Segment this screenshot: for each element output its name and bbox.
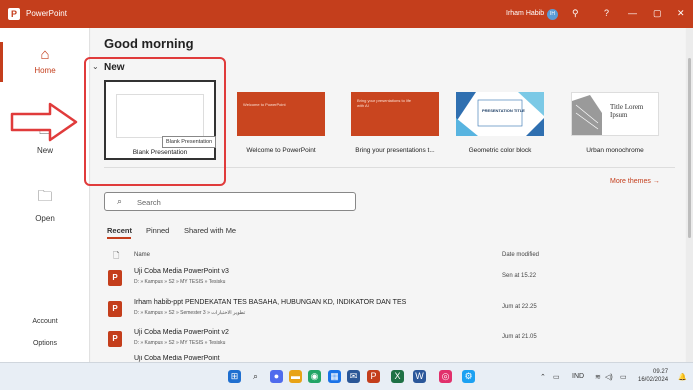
template-welcome[interactable]: Welcome to PowerPoint Welcome to PowerPo…: [225, 80, 337, 160]
calendar-icon[interactable]: ▦: [328, 370, 341, 383]
template-thumbnail: Title Lorem Ipsum: [571, 92, 659, 136]
notification-bell-icon[interactable]: 🔔: [678, 373, 687, 381]
close-icon[interactable]: ✕: [677, 8, 685, 19]
template-label: Geometric color block: [468, 147, 532, 154]
pptx-file-icon: P: [108, 270, 122, 286]
table-row[interactable]: P Uji Coba Media PowerPoint v2 D: » Kamp…: [104, 327, 675, 353]
more-themes-link[interactable]: More themes →: [610, 178, 660, 185]
file-type-icon: 🗋: [113, 251, 120, 260]
clock-time: 09.27: [653, 369, 669, 375]
instagram-icon[interactable]: ◎: [439, 370, 452, 383]
search-placeholder: Search: [137, 198, 161, 207]
pptx-file-icon: P: [108, 301, 122, 317]
arrow-right-icon: →: [652, 178, 660, 185]
battery-icon[interactable]: ▭: [620, 373, 627, 381]
table-row[interactable]: P Uji Coba Media PowerPoint v3 D: » Kamp…: [104, 266, 675, 292]
template-label: Welcome to PowerPoint: [246, 147, 316, 154]
template-urban-monochrome[interactable]: Title Lorem Ipsum Urban monochrome: [559, 80, 671, 160]
search-icon[interactable]: ⌕: [249, 370, 262, 383]
template-thumbnail: Bring your presentations to life with AI: [351, 92, 439, 136]
sidebar-item-label: Account: [32, 318, 58, 325]
template-label: Urban monochrome: [586, 147, 644, 154]
sidebar-item-home[interactable]: ⌂ Home: [0, 46, 90, 75]
tab-selected-underline: [107, 237, 131, 239]
greeting: Good morning: [104, 36, 194, 51]
thumbnail-text: Welcome to PowerPoint: [243, 102, 286, 107]
file-name: Uji Coba Media PowerPoint: [134, 355, 220, 362]
clock[interactable]: 09.27 16/02/2024: [638, 368, 668, 384]
chevron-up-icon[interactable]: ⌃: [540, 373, 546, 381]
title-bar: P PowerPoint Irham Habib IH ⚲ ? — ▢ ✕: [0, 0, 693, 28]
search-input[interactable]: ⌕ Search: [104, 192, 356, 211]
taskbar: ⊞ ⌕ ● ▬ ◉ ▦ ✉ P X W ◎ ⚙ ⌃ ▭ IND ≋ ◁) ▭ 0…: [0, 362, 693, 390]
sidebar-item-label: Options: [32, 340, 58, 347]
column-header-date[interactable]: Date modified: [502, 252, 539, 258]
file-name: Uji Coba Media PowerPoint v3: [134, 268, 229, 275]
file-date: Jum at 21.05: [502, 334, 537, 340]
annotation-highlight-box: [84, 57, 226, 186]
search-icon: ⌕: [117, 196, 123, 206]
table-row[interactable]: Uji Coba Media PowerPoint: [104, 355, 675, 362]
thumbnail-text: PRESENTATION TITLE: [482, 108, 525, 113]
template-bring-presentations[interactable]: Bring your presentations to life with AI…: [339, 80, 451, 160]
file-date: Jum at 22.25: [502, 304, 537, 310]
thumbnail-text: Bring your presentations to life with AI: [357, 98, 412, 108]
template-label: Bring your presentations t...: [355, 147, 435, 154]
more-themes-label: More themes: [610, 178, 651, 185]
home-icon: ⌂: [40, 46, 50, 63]
sidebar-item-label: New: [36, 146, 53, 155]
language-indicator[interactable]: IND: [572, 373, 584, 380]
sidebar-item-label: Open: [35, 214, 55, 223]
chrome-icon[interactable]: ◉: [308, 370, 321, 383]
avatar[interactable]: IH: [547, 9, 558, 20]
wifi-icon[interactable]: ≋: [595, 373, 601, 381]
file-path: D: » Kampus » S2 » MY TESIS » Tesisku: [134, 279, 226, 285]
thumbnail-text: Title Lorem Ipsum: [610, 103, 644, 119]
sidebar-item-open[interactable]: 🗀 Open: [0, 186, 90, 223]
sidebar-item-label: Home: [34, 66, 56, 75]
minimize-icon[interactable]: —: [628, 8, 637, 18]
template-thumbnail: PRESENTATION TITLE: [456, 92, 544, 136]
pptx-file-icon: P: [108, 331, 122, 347]
powerpoint-taskbar-icon[interactable]: P: [367, 370, 380, 383]
settings-icon[interactable]: ⚙: [462, 370, 475, 383]
powerpoint-logo-icon: P: [8, 8, 20, 20]
file-name: Uji Coba Media PowerPoint v2: [134, 329, 229, 336]
network-icon[interactable]: ▭: [553, 373, 560, 381]
column-header-name[interactable]: Name: [134, 252, 150, 258]
building-icon: [572, 95, 602, 135]
scrollbar[interactable]: [686, 28, 693, 362]
clock-date: 16/02/2024: [638, 377, 669, 383]
file-date: Sen at 15.22: [502, 273, 537, 279]
tab-recent[interactable]: Recent: [107, 226, 132, 235]
sidebar-item-account[interactable]: Account: [0, 318, 90, 325]
windows-start-icon[interactable]: ⊞: [228, 370, 241, 383]
tab-pinned[interactable]: Pinned: [146, 226, 169, 235]
sidebar-item-options[interactable]: Options: [0, 340, 90, 347]
file-explorer-icon[interactable]: ▬: [289, 370, 302, 383]
rocket-icon[interactable]: ⚲: [572, 8, 579, 19]
file-path: D: » Kampus » S2 » Semester 3 » تطوير ال…: [134, 310, 246, 316]
file-path: D: » Kampus » S2 » MY TESIS » Tesisku: [134, 340, 226, 346]
mail-icon[interactable]: ✉: [347, 370, 360, 383]
annotation-arrow-icon: [10, 102, 78, 142]
file-name: Irham habib-ppt PENDEKATAN TES BASAHA, H…: [134, 299, 407, 306]
excel-icon[interactable]: X: [391, 370, 404, 383]
app-name: PowerPoint: [26, 9, 67, 18]
maximize-icon[interactable]: ▢: [653, 8, 662, 19]
sidebar: ⌂ Home 🗋 New 🗀 Open Account Options: [0, 28, 90, 362]
folder-icon: 🗀: [37, 188, 53, 205]
tab-shared-with-me[interactable]: Shared with Me: [184, 226, 236, 235]
table-row[interactable]: P Irham habib-ppt PENDEKATAN TES BASAHA,…: [104, 297, 675, 323]
help-icon[interactable]: ?: [604, 8, 609, 18]
volume-icon[interactable]: ◁): [605, 373, 613, 381]
copilot-icon[interactable]: ●: [270, 370, 283, 383]
template-thumbnail: Welcome to PowerPoint: [237, 92, 325, 136]
word-icon[interactable]: W: [413, 370, 426, 383]
scroll-thumb[interactable]: [688, 58, 691, 238]
geometric-shapes-icon: [456, 92, 544, 136]
user-name[interactable]: Irham Habib: [506, 10, 544, 17]
template-geometric-color-block[interactable]: PRESENTATION TITLE Geometric color block: [444, 80, 556, 160]
